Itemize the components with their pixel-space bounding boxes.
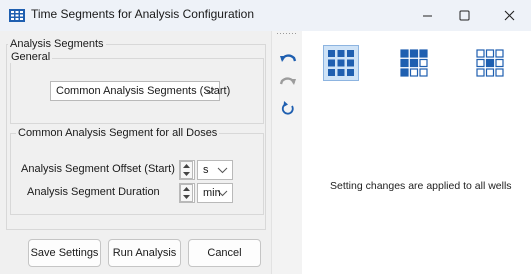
chevron-down-icon [217, 190, 228, 197]
toolbar-grip-icon [277, 33, 296, 34]
arrow-up-icon [183, 187, 190, 191]
arrow-up-icon [183, 164, 190, 168]
grid-all-wells-icon [328, 50, 354, 76]
offset-unit-value: s [203, 164, 209, 176]
chevron-down-icon [204, 88, 215, 95]
app-icon [9, 9, 25, 22]
maximize-button[interactable] [445, 0, 483, 31]
minimize-button[interactable] [408, 0, 446, 31]
arrow-down-icon [183, 195, 190, 199]
duration-stepper[interactable] [180, 184, 193, 202]
run-analysis-button[interactable]: Run Analysis [108, 239, 181, 267]
chevron-down-icon [217, 167, 228, 174]
close-icon [504, 10, 514, 21]
segment-mode-select[interactable]: Common Analysis Segments (Start) [50, 81, 230, 101]
common-segment-title: Common Analysis Segment for all Doses [16, 127, 220, 139]
reset-button[interactable] [280, 100, 296, 116]
layout-partial-wells-button[interactable] [396, 45, 432, 81]
general-group-title: General [9, 51, 53, 63]
analysis-segments-title: Analysis Segments [8, 38, 106, 50]
maximize-icon [459, 10, 469, 21]
grid-partial-wells-icon [400, 49, 428, 77]
reset-icon [281, 101, 294, 115]
duration-label: Analysis Segment Duration [27, 186, 160, 198]
close-button[interactable] [490, 0, 528, 31]
undo-icon [280, 54, 297, 62]
offset-stepper[interactable] [180, 161, 193, 179]
undo-button[interactable] [279, 52, 297, 68]
redo-icon [279, 77, 296, 85]
layout-outline-wells-button[interactable] [472, 45, 508, 81]
minimize-icon [422, 15, 432, 17]
wells-message: Setting changes are applied to all wells [330, 180, 512, 192]
save-settings-button[interactable]: Save Settings [28, 239, 101, 267]
arrow-down-icon [183, 172, 190, 176]
duration-unit-select[interactable]: min [197, 183, 233, 203]
grid-outline-wells-icon [476, 49, 504, 77]
redo-button[interactable] [279, 75, 297, 91]
window-title: Time Segments for Analysis Configuration [31, 7, 254, 21]
offset-label: Analysis Segment Offset (Start) [21, 163, 175, 175]
layout-all-wells-button[interactable] [323, 45, 359, 81]
cancel-button[interactable]: Cancel [188, 239, 261, 267]
offset-unit-select[interactable]: s [197, 160, 233, 180]
